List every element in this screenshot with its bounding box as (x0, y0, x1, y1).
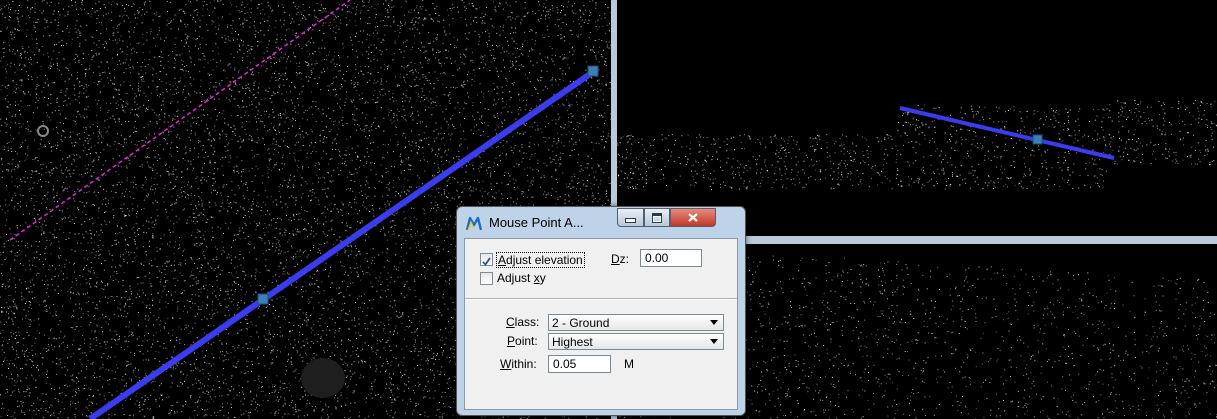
class-label: Class: (506, 315, 540, 329)
close-icon (688, 213, 698, 222)
class-select-value: 2 - Ground (552, 316, 610, 330)
vertex-marker-top[interactable] (587, 65, 599, 77)
maximize-icon (652, 212, 662, 223)
adjust-elevation-label[interactable]: Adjust elevation (496, 252, 585, 268)
dashed-boundary-line (9, 0, 351, 241)
close-button[interactable] (670, 208, 716, 227)
checkmark-icon (482, 257, 491, 266)
point-select[interactable]: Highest (548, 333, 724, 350)
mouse-point-adjust-icon (466, 216, 482, 231)
minimize-icon (625, 218, 636, 223)
within-label: Within: (500, 357, 537, 371)
profile-view-canvas[interactable] (617, 4, 1217, 234)
dz-label: Dz: (611, 252, 630, 266)
within-input[interactable]: 0.05 (548, 355, 611, 373)
point-label: Point: (507, 334, 538, 348)
dialog-content: Adjust elevation Dz: 0.00 Adjust xy Clas… (464, 238, 738, 410)
point-select-value: Highest (552, 335, 593, 349)
within-unit: M (624, 357, 634, 371)
adjust-xy-label[interactable]: Adjust xy (497, 271, 546, 285)
maximize-button[interactable] (644, 208, 670, 227)
class-select[interactable]: 2 - Ground (548, 314, 724, 331)
dialog-titlebar[interactable]: Mouse Point A... (457, 207, 745, 237)
vertex-marker-profile[interactable] (1032, 134, 1043, 145)
section-separator (465, 298, 737, 300)
minimize-button[interactable] (617, 208, 644, 227)
adjust-elevation-checkbox[interactable] (480, 253, 493, 266)
dialog-title: Mouse Point A... (489, 215, 584, 230)
adjust-xy-checkbox[interactable] (480, 272, 493, 285)
profile-view[interactable] (617, 4, 1217, 234)
object-blob (301, 358, 345, 398)
mouse-point-adjust-dialog[interactable]: Mouse Point A... Adjust elevation Dz: 0.… (456, 206, 746, 416)
cursor-marker (37, 125, 49, 137)
chevron-down-icon (710, 320, 718, 325)
dz-input[interactable]: 0.00 (640, 249, 702, 267)
chevron-down-icon (710, 339, 718, 344)
vertex-marker-mid[interactable] (257, 293, 269, 305)
